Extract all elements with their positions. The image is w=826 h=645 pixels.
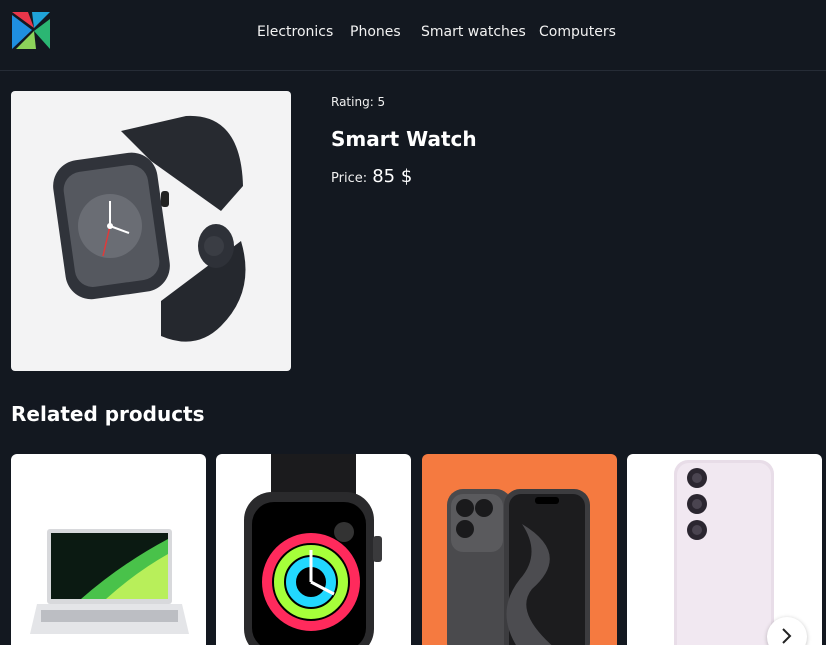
product-image bbox=[11, 91, 291, 371]
nav-electronics[interactable]: Electronics bbox=[257, 24, 333, 40]
product-rating: Rating: 5 bbox=[331, 95, 386, 109]
next-button[interactable] bbox=[767, 617, 807, 645]
smartwatch-image bbox=[244, 454, 382, 645]
price-value: 85 $ bbox=[372, 166, 413, 187]
product-title: Smart Watch bbox=[331, 127, 477, 151]
price-label: Price: bbox=[331, 171, 368, 186]
header: Electronics Phones Smart watches Compute… bbox=[0, 0, 826, 71]
laptop-image bbox=[30, 529, 189, 634]
related-product-card[interactable] bbox=[422, 454, 617, 645]
product-price: Price: 85 $ bbox=[331, 166, 412, 187]
nav-computers[interactable]: Computers bbox=[539, 24, 616, 40]
chevron-right-icon bbox=[782, 628, 792, 644]
related-product-card[interactable] bbox=[216, 454, 411, 645]
main-nav: Electronics Phones Smart watches Compute… bbox=[0, 0, 826, 68]
nav-smart-watches[interactable]: Smart watches bbox=[421, 24, 526, 40]
smartphone-image bbox=[447, 489, 590, 645]
related-product-card[interactable] bbox=[11, 454, 206, 645]
smartwatch-image bbox=[53, 115, 246, 342]
nav-phones[interactable]: Phones bbox=[350, 24, 401, 40]
related-products-heading: Related products bbox=[11, 402, 205, 426]
